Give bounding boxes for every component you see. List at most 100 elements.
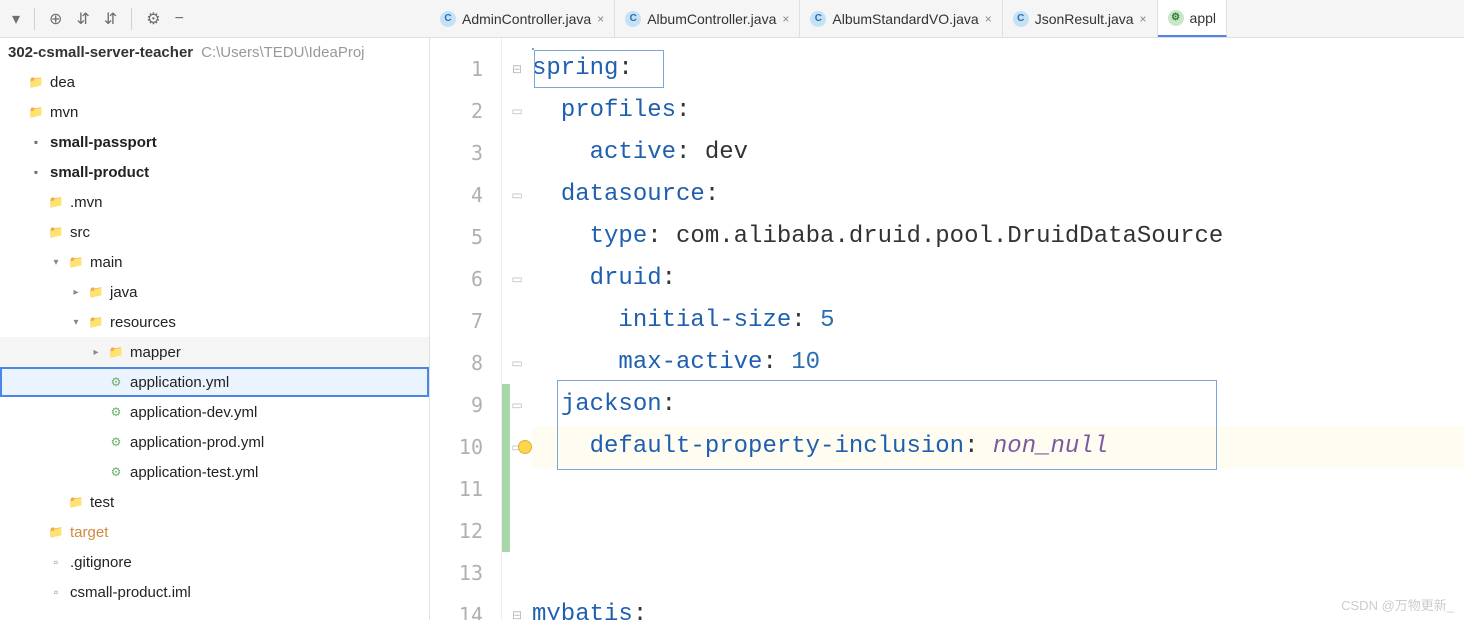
tree-label: application-dev.yml xyxy=(130,404,257,421)
line-number[interactable]: 1 xyxy=(430,48,501,90)
expand-arrow-icon[interactable]: ▸ xyxy=(70,287,82,298)
code-token: : xyxy=(705,181,719,208)
module-icon: ▪ xyxy=(28,164,44,180)
code-token: non_null xyxy=(993,433,1108,460)
line-number[interactable]: 12 xyxy=(430,510,501,552)
toolbar-icon[interactable]: ⚙ xyxy=(146,9,160,29)
toolbar: ▾ ⊕ ⇵ ⇵ ⚙− CAdminController.java×CAlbumContr… xyxy=(0,0,1464,38)
code-line[interactable]: mybatis: xyxy=(532,594,1464,620)
code-line[interactable] xyxy=(532,510,1464,552)
line-number[interactable]: 13 xyxy=(430,552,501,594)
fold-mark-icon[interactable]: ▭ xyxy=(502,258,532,300)
code-line[interactable]: profiles: xyxy=(532,90,1464,132)
code-line[interactable]: datasource: xyxy=(532,174,1464,216)
close-icon[interactable]: × xyxy=(782,12,789,26)
folder-icon: 📁 xyxy=(28,104,44,120)
file-type-icon: C xyxy=(1013,11,1029,27)
expand-arrow-icon[interactable]: ▸ xyxy=(90,347,102,358)
code-line[interactable]: type: com.alibaba.druid.pool.DruidDataSo… xyxy=(532,216,1464,258)
tree-row[interactable]: ⚙application-prod.yml xyxy=(0,427,429,457)
lightbulb-icon[interactable] xyxy=(518,440,532,454)
code-token: 5 xyxy=(820,307,834,334)
code-line[interactable]: druid: xyxy=(532,258,1464,300)
fold-gutter: ⊟▭▭▭▭▭▭⊟ xyxy=(502,38,532,620)
expand-arrow-icon[interactable]: ▾ xyxy=(70,317,82,328)
tree-row[interactable]: ▫csmall-product.iml xyxy=(0,577,429,607)
code-line[interactable]: spring: xyxy=(532,48,1464,90)
code-line[interactable]: initial-size: 5 xyxy=(532,300,1464,342)
tree-row[interactable]: 📁mvn xyxy=(0,97,429,127)
close-icon[interactable]: × xyxy=(597,12,604,26)
project-sidebar: 302-csmall-server-teacher C:\Users\TEDU\… xyxy=(0,38,430,620)
code-token: : xyxy=(633,601,647,620)
close-icon[interactable]: × xyxy=(985,12,992,26)
tree-label: target xyxy=(70,524,108,541)
toolbar-icon[interactable]: ▾ xyxy=(12,9,20,29)
line-number[interactable]: 7 xyxy=(430,300,501,342)
editor-tab[interactable]: CJsonResult.java× xyxy=(1003,0,1158,37)
toolbar-icon[interactable]: ⇵ xyxy=(76,9,89,29)
code-line[interactable]: jackson: xyxy=(532,384,1464,426)
tree-label: .gitignore xyxy=(70,554,132,571)
fold-mark-icon[interactable]: ▭ xyxy=(502,342,532,384)
line-number[interactable]: 2 xyxy=(430,90,501,132)
tree-row[interactable]: 📁dea xyxy=(0,67,429,97)
editor-tab[interactable]: CAlbumController.java× xyxy=(615,0,800,37)
line-number[interactable]: 4 xyxy=(430,174,501,216)
line-number[interactable]: 5 xyxy=(430,216,501,258)
toolbar-icon[interactable]: − xyxy=(175,10,184,28)
code-area[interactable]: spring: profiles: active: dev datasource… xyxy=(532,38,1464,620)
tab-label: appl xyxy=(1190,10,1216,26)
line-number[interactable]: 3 xyxy=(430,132,501,174)
code-token: default-property-inclusion xyxy=(590,433,964,460)
fold-mark-icon[interactable]: ⊟ xyxy=(502,48,532,90)
tree-row[interactable]: ▪small-product xyxy=(0,157,429,187)
tree-row[interactable]: ▫.gitignore xyxy=(0,547,429,577)
tree-row[interactable]: 📁.mvn xyxy=(0,187,429,217)
yml-icon: ⚙ xyxy=(108,404,124,420)
code-editor[interactable]: 1234567891011121314 ⊟▭▭▭▭▭▭⊟ spring: pro… xyxy=(430,38,1464,620)
line-number[interactable]: 14 xyxy=(430,594,501,620)
tree-row[interactable]: 📁target xyxy=(0,517,429,547)
tree-row[interactable]: ▸📁java xyxy=(0,277,429,307)
line-number[interactable]: 10 xyxy=(430,426,501,468)
file-type-icon: C xyxy=(440,11,456,27)
tree-row[interactable]: ▾📁resources xyxy=(0,307,429,337)
project-header[interactable]: 302-csmall-server-teacher C:\Users\TEDU\… xyxy=(0,38,429,67)
editor-tab[interactable]: CAlbumStandardVO.java× xyxy=(800,0,1002,37)
line-number[interactable]: 8 xyxy=(430,342,501,384)
code-token: datasource xyxy=(561,181,705,208)
tree-row[interactable]: 📁src xyxy=(0,217,429,247)
tree-row[interactable]: ⚙application-test.yml xyxy=(0,457,429,487)
code-line[interactable] xyxy=(532,552,1464,594)
folder-icon: 📁 xyxy=(68,254,84,270)
file-type-icon: C xyxy=(810,11,826,27)
editor-tab[interactable]: CAdminController.java× xyxy=(430,0,615,37)
expand-arrow-icon[interactable]: ▾ xyxy=(50,257,62,268)
code-line[interactable]: default-property-inclusion: non_null xyxy=(532,426,1464,468)
fold-mark-icon[interactable]: ▭ xyxy=(502,174,532,216)
editor-tab[interactable]: ⚙appl xyxy=(1158,0,1227,37)
close-icon[interactable]: × xyxy=(1140,12,1147,26)
toolbar-icon[interactable]: ⇵ xyxy=(104,9,117,29)
fold-mark-icon[interactable]: ▭ xyxy=(502,90,532,132)
tree-row[interactable]: 📁test xyxy=(0,487,429,517)
tree-row[interactable]: ▾📁main xyxy=(0,247,429,277)
yml-icon: ⚙ xyxy=(108,374,124,390)
tree-row[interactable]: ⚙ application-dev.yml xyxy=(0,397,429,427)
fold-mark-icon[interactable]: ⊟ xyxy=(502,594,532,620)
fold-mark-icon xyxy=(502,300,532,342)
code-line[interactable] xyxy=(532,468,1464,510)
tree-row[interactable]: ▸📁mapper xyxy=(0,337,429,367)
line-number[interactable]: 11 xyxy=(430,468,501,510)
code-line[interactable]: active: dev xyxy=(532,132,1464,174)
line-number[interactable]: 9 xyxy=(430,384,501,426)
folder-icon: 📁 xyxy=(68,494,84,510)
tree-row[interactable]: ⚙application.yml xyxy=(0,367,429,397)
folder-icon: 📁 xyxy=(48,224,64,240)
line-number[interactable]: 6 xyxy=(430,258,501,300)
tree-label: small-passport xyxy=(50,134,157,151)
code-line[interactable]: max-active: 10 xyxy=(532,342,1464,384)
tree-row[interactable]: ▪small-passport xyxy=(0,127,429,157)
toolbar-icon[interactable]: ⊕ xyxy=(49,9,62,29)
